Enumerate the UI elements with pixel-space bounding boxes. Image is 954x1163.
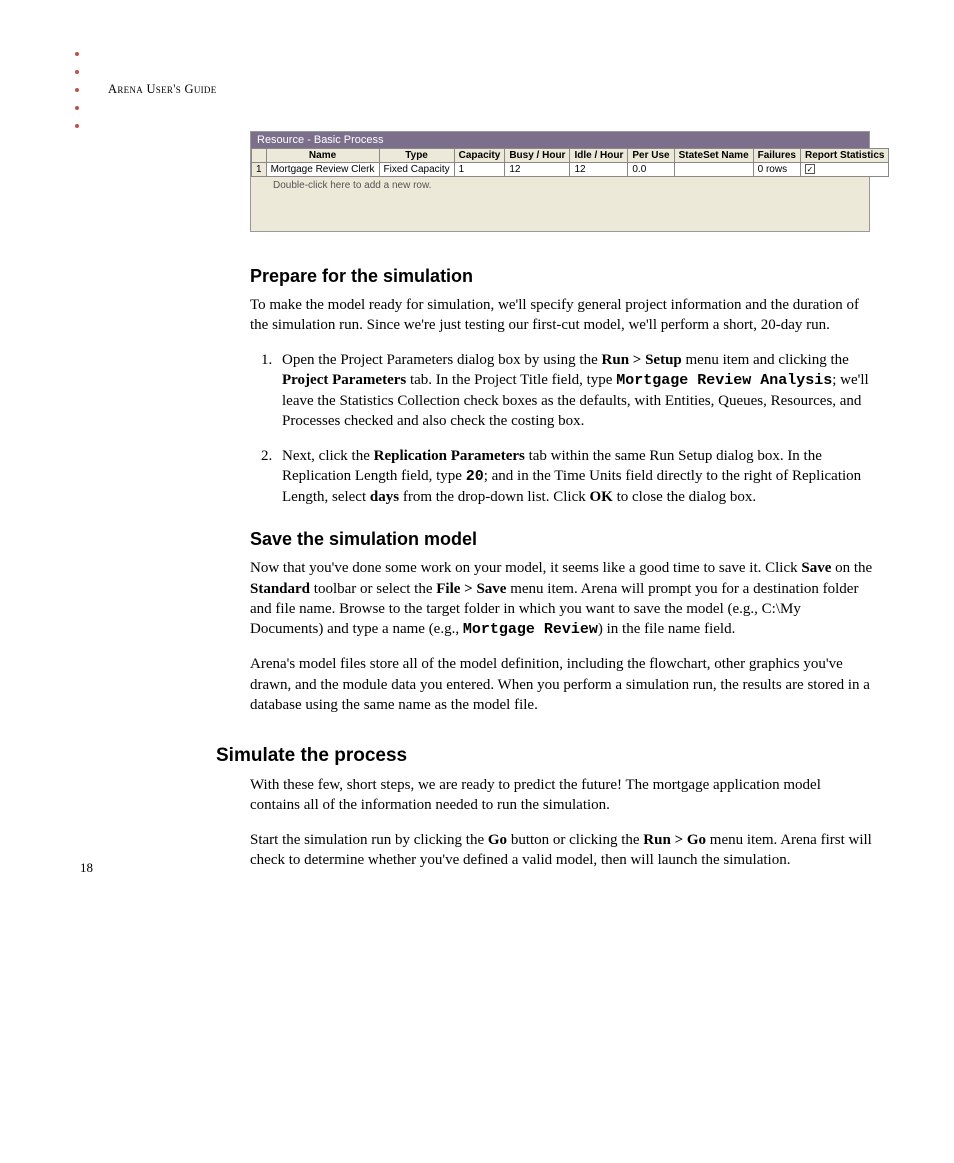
- col-failures: Failures: [753, 149, 800, 163]
- cell-capacity[interactable]: 1: [454, 163, 505, 177]
- simulate-p2: Start the simulation run by clicking the…: [250, 830, 874, 871]
- table-row: 1 Mortgage Review Clerk Fixed Capacity 1…: [252, 163, 889, 177]
- cell-name[interactable]: Mortgage Review Clerk: [266, 163, 379, 177]
- resource-grid-screenshot: Resource - Basic Process Name Type Capac…: [250, 131, 870, 232]
- cell-busy[interactable]: 12: [505, 163, 570, 177]
- prepare-steps: Open the Project Parameters dialog box b…: [252, 350, 874, 508]
- running-header: Arena User's Guide: [108, 82, 874, 97]
- heading-simulate: Simulate the process: [216, 745, 874, 767]
- col-capacity: Capacity: [454, 149, 505, 163]
- margin-bullets: [75, 38, 79, 142]
- cell-type[interactable]: Fixed Capacity: [379, 163, 454, 177]
- resource-table: Name Type Capacity Busy / Hour Idle / Ho…: [251, 148, 889, 177]
- cell-stateset[interactable]: [674, 163, 753, 177]
- save-p2: Arena's model files store all of the mod…: [250, 654, 874, 715]
- col-idle: Idle / Hour: [570, 149, 628, 163]
- col-report: Report Statistics: [801, 149, 889, 163]
- heading-prepare: Prepare for the simulation: [250, 266, 874, 287]
- cell-failures[interactable]: 0 rows: [753, 163, 800, 177]
- list-item: Open the Project Parameters dialog box b…: [276, 350, 874, 432]
- heading-save: Save the simulation model: [250, 529, 874, 550]
- simulate-p1: With these few, short steps, we are read…: [250, 775, 874, 816]
- page-number: 18: [80, 860, 93, 876]
- col-type: Type: [379, 149, 454, 163]
- col-name: Name: [266, 149, 379, 163]
- col-busy: Busy / Hour: [505, 149, 570, 163]
- add-row-hint[interactable]: Double-click here to add a new row.: [251, 177, 869, 231]
- grid-title: Resource - Basic Process: [251, 132, 869, 148]
- list-item: Next, click the Replication Parameters t…: [276, 446, 874, 508]
- col-peruse: Per Use: [628, 149, 674, 163]
- cell-rownum: 1: [252, 163, 267, 177]
- cell-report[interactable]: ✓: [801, 163, 889, 177]
- col-blank: [252, 149, 267, 163]
- cell-idle[interactable]: 12: [570, 163, 628, 177]
- checkbox-icon[interactable]: ✓: [805, 164, 815, 174]
- cell-peruse[interactable]: 0.0: [628, 163, 674, 177]
- col-stateset: StateSet Name: [674, 149, 753, 163]
- save-p1: Now that you've done some work on your m…: [250, 558, 874, 640]
- table-header-row: Name Type Capacity Busy / Hour Idle / Ho…: [252, 149, 889, 163]
- prepare-intro: To make the model ready for simulation, …: [250, 295, 874, 336]
